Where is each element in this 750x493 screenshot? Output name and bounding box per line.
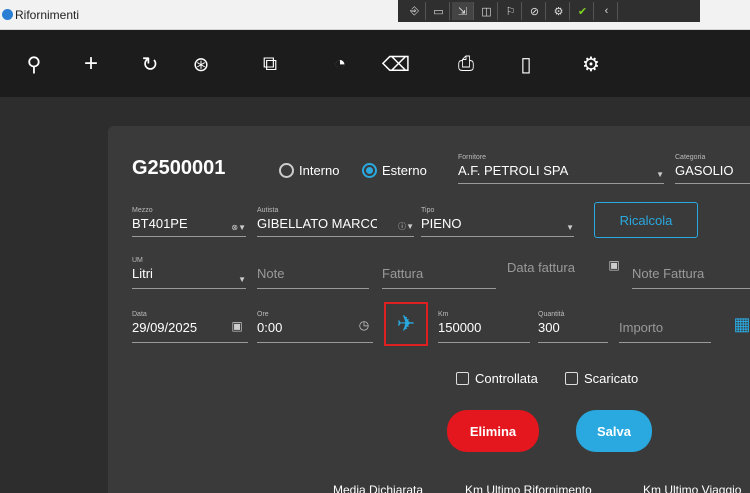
search-icon[interactable]: ⚲ bbox=[18, 48, 50, 80]
tray-window-icon[interactable]: ▭ bbox=[428, 2, 450, 20]
fattura-input[interactable]: Fattura bbox=[382, 257, 496, 289]
km-value: 150000 bbox=[438, 320, 482, 335]
tipo-value: PIENO bbox=[421, 216, 462, 231]
record-code: G2500001 bbox=[132, 157, 226, 179]
tray-accessibility-icon[interactable]: ⚙ bbox=[548, 2, 570, 20]
radio-esterno-label: Esterno bbox=[382, 163, 427, 178]
window-title: Rifornimenti bbox=[15, 8, 80, 22]
calendar-icon[interactable]: ▣ bbox=[229, 318, 245, 334]
tray-exit-icon[interactable]: ⎆ bbox=[404, 2, 426, 20]
tray-frame-icon[interactable]: ◫ bbox=[476, 2, 498, 20]
history-icon[interactable]: ◔ bbox=[324, 48, 356, 80]
scaricato-checkbox[interactable]: Scaricato bbox=[565, 371, 638, 386]
km-ultimo-viaggio-label: Km Ultimo Viaggio bbox=[643, 483, 742, 493]
chevron-down-icon: ⊗▼ bbox=[231, 223, 246, 232]
system-tray: ⎆ ▭ ⇲ ◫ ⚐ ⊘ ⚙ ✔ ‹ bbox=[398, 0, 700, 22]
tray-collapse-icon[interactable]: ‹ bbox=[596, 2, 618, 20]
radio-interno-circle bbox=[279, 163, 294, 178]
tray-block-icon[interactable]: ⊘ bbox=[524, 2, 546, 20]
fattura-placeholder: Fattura bbox=[382, 266, 424, 281]
um-label: UM bbox=[132, 257, 143, 264]
ricalcola-button[interactable]: Ricalcola bbox=[594, 202, 698, 238]
elimina-button[interactable]: Elimina bbox=[447, 410, 539, 452]
clock-icon[interactable]: ◷ bbox=[356, 317, 372, 333]
radio-esterno-circle bbox=[362, 163, 377, 178]
window-titlebar: Rifornimenti ⎆ ▭ ⇲ ◫ ⚐ ⊘ ⚙ ✔ ‹ bbox=[0, 0, 750, 30]
settings-icon[interactable]: ⚙ bbox=[575, 48, 607, 80]
toolbar: ⚲ + ↻ ⊛ ⧉ ◔ ⌫ ⎙ ▯ ⚙ bbox=[0, 30, 750, 97]
media-dichiarata-label: Media Dichiarata bbox=[333, 483, 424, 493]
tray-pointer-icon[interactable]: ⇲ bbox=[452, 2, 474, 20]
controllata-box bbox=[456, 372, 469, 385]
tipo-label: Tipo bbox=[421, 207, 435, 214]
print-icon[interactable]: ⎙ bbox=[450, 48, 482, 80]
calendar-icon[interactable]: ▣ bbox=[606, 257, 622, 273]
note-fattura-placeholder: Note Fattura bbox=[632, 266, 705, 281]
importo-placeholder: Importo bbox=[619, 320, 664, 335]
km-field[interactable]: Km 150000 bbox=[438, 311, 530, 343]
tray-flag-icon[interactable]: ⚐ bbox=[500, 2, 522, 20]
note-placeholder: Note bbox=[257, 266, 285, 281]
quantita-field[interactable]: Quantità 300 bbox=[538, 311, 608, 343]
importo-input[interactable]: Importo bbox=[619, 311, 711, 343]
autista-value: GIBELLATO MARCO bbox=[257, 216, 377, 231]
fornitore-value: A.F. PETROLI SPA bbox=[458, 163, 569, 178]
chevron-down-icon: ▼ bbox=[238, 275, 246, 284]
km-ultimo-rifornimento-label: Km Ultimo Rifornimento bbox=[465, 483, 592, 493]
mezzo-value: BT401PE bbox=[132, 216, 188, 231]
chevron-down-icon: ▼ bbox=[566, 223, 574, 232]
tipo-field[interactable]: Tipo PIENO ▼ bbox=[421, 207, 574, 237]
um-value: Litri bbox=[132, 266, 153, 281]
chevron-down-icon: ▼ bbox=[656, 170, 664, 179]
scaricato-box bbox=[565, 372, 578, 385]
fornitore-field[interactable]: Fornitore A.F. PETROLI SPA ▼ bbox=[458, 154, 664, 184]
quantita-value: 300 bbox=[538, 320, 560, 335]
controllata-label: Controllata bbox=[475, 371, 538, 386]
autista-label: Autista bbox=[257, 207, 279, 214]
trash-icon[interactable]: ⌫ bbox=[380, 48, 412, 80]
categoria-value: GASOLIO bbox=[675, 163, 734, 178]
data-fattura-input[interactable]: Data fattura bbox=[507, 257, 622, 289]
note-input[interactable]: Note bbox=[257, 257, 369, 289]
add-icon[interactable]: + bbox=[75, 48, 107, 80]
salva-button[interactable]: Salva bbox=[576, 410, 652, 452]
categoria-field[interactable]: Categoria GASOLIO bbox=[675, 154, 750, 184]
app-icon bbox=[2, 9, 13, 20]
controllata-checkbox[interactable]: Controllata bbox=[456, 371, 538, 386]
radio-esterno[interactable]: Esterno bbox=[362, 163, 427, 178]
mezzo-field[interactable]: Mezzo BT401PE ⊗▼ bbox=[132, 207, 246, 237]
note-fattura-input[interactable]: Note Fattura bbox=[632, 257, 750, 289]
fornitore-label: Fornitore bbox=[458, 154, 487, 161]
chevron-down-icon: ⓘ▼ bbox=[398, 222, 414, 231]
radio-interno-label: Interno bbox=[299, 163, 340, 178]
data-fattura-placeholder: Data fattura bbox=[507, 260, 575, 275]
calculator-icon[interactable]: ▦ bbox=[734, 312, 750, 336]
satellite-button[interactable]: ✈ bbox=[384, 302, 428, 346]
tray-check-icon[interactable]: ✔ bbox=[572, 2, 594, 20]
categoria-label: Categoria bbox=[675, 154, 706, 161]
mobile-icon[interactable]: ▯ bbox=[510, 48, 542, 80]
scaricato-label: Scaricato bbox=[584, 371, 639, 386]
mezzo-label: Mezzo bbox=[132, 207, 153, 214]
autista-field[interactable]: Autista GIBELLATO MARCO ⓘ▼ bbox=[257, 207, 414, 237]
satellite-icon: ✈ bbox=[396, 311, 416, 336]
um-field[interactable]: UM Litri ▼ bbox=[132, 257, 246, 289]
km-label: Km bbox=[438, 311, 449, 318]
refresh-icon[interactable]: ↻ bbox=[134, 48, 166, 80]
attach-icon[interactable]: ⧉ bbox=[254, 48, 286, 80]
copy-icon[interactable]: ⊛ bbox=[185, 48, 217, 80]
quantita-label: Quantità bbox=[538, 311, 565, 318]
radio-interno[interactable]: Interno bbox=[279, 163, 339, 178]
